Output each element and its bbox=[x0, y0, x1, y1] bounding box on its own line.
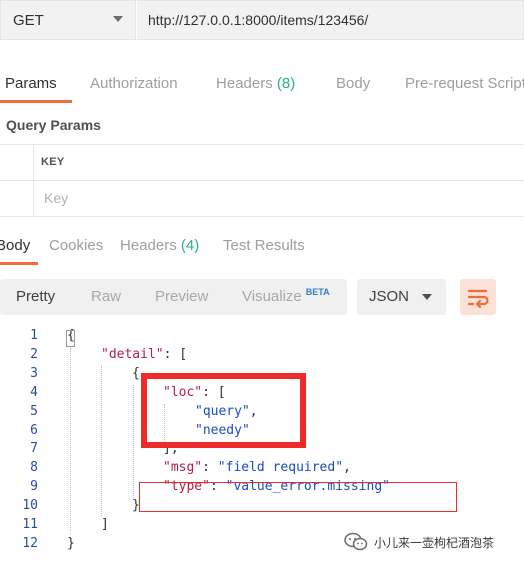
tab-params[interactable]: Params bbox=[5, 75, 57, 92]
view-mode-bar: Pretty Raw Preview Visualize BETA bbox=[0, 279, 347, 315]
tab-authorization[interactable]: Authorization bbox=[90, 75, 178, 92]
line-number: 1 bbox=[30, 328, 38, 343]
format-label: JSON bbox=[369, 288, 410, 305]
divider bbox=[33, 144, 34, 216]
divider bbox=[0, 144, 524, 145]
tab-pre-request-script[interactable]: Pre-request Script bbox=[405, 75, 524, 92]
bracket-match-marker bbox=[66, 330, 75, 347]
url-text: http://127.0.0.1:8000/items/123456/ bbox=[148, 12, 369, 28]
response-tab-test-results[interactable]: Test Results bbox=[223, 237, 305, 254]
headers-count: (8) bbox=[276, 75, 296, 92]
response-tab-body[interactable]: Body bbox=[0, 237, 30, 254]
line-number: 3 bbox=[30, 365, 38, 381]
method-select[interactable]: GET bbox=[0, 0, 136, 40]
param-key-input[interactable]: Key bbox=[44, 190, 68, 206]
indent-guide bbox=[101, 366, 102, 516]
format-select[interactable]: JSON bbox=[357, 279, 446, 315]
request-url-bar: GET http://127.0.0.1:8000/items/123456/ bbox=[0, 0, 524, 44]
line-number: 8 bbox=[30, 460, 38, 476]
url-input[interactable]: http://127.0.0.1:8000/items/123456/ bbox=[137, 0, 524, 40]
active-response-tab-indicator bbox=[0, 262, 38, 265]
line-number: 12 bbox=[22, 535, 38, 551]
json-punctuation: : [ bbox=[163, 346, 188, 362]
tab-headers[interactable]: Headers (8) bbox=[216, 75, 295, 92]
chevron-down-icon bbox=[113, 16, 123, 22]
line-number: 4 bbox=[30, 384, 38, 400]
visualize-button[interactable]: Visualize BETA bbox=[242, 287, 330, 305]
code-line: ] bbox=[101, 517, 109, 532]
json-string: "field required" bbox=[217, 460, 344, 476]
json-punctuation: ] bbox=[101, 517, 109, 532]
indent-guide bbox=[133, 385, 134, 498]
json-punctuation: } bbox=[67, 535, 75, 551]
line-number: 10 bbox=[22, 498, 38, 514]
code-line: } bbox=[67, 536, 75, 551]
pretty-button[interactable]: Pretty bbox=[16, 288, 55, 305]
highlight-box-type bbox=[139, 482, 457, 512]
wechat-icon bbox=[344, 532, 368, 551]
beta-badge: BETA bbox=[305, 287, 330, 297]
watermark: 小儿来一壶枸杞酒泡茶 bbox=[344, 532, 494, 552]
line-number: 5 bbox=[30, 403, 38, 419]
watermark-text: 小儿来一壶枸杞酒泡茶 bbox=[374, 535, 495, 550]
line-number: 6 bbox=[30, 422, 38, 438]
line-number: 2 bbox=[30, 346, 38, 362]
line-number: 11 bbox=[22, 517, 38, 532]
preview-button[interactable]: Preview bbox=[155, 288, 208, 305]
response-headers-count: (4) bbox=[180, 237, 200, 254]
code-line: "detail": [ bbox=[101, 347, 187, 362]
divider bbox=[0, 180, 524, 181]
code-line: "msg": "field required", bbox=[163, 460, 351, 475]
active-tab-indicator bbox=[0, 100, 72, 103]
query-params-title: Query Params bbox=[6, 117, 101, 133]
method-label: GET bbox=[13, 12, 44, 29]
json-punctuation: : bbox=[202, 460, 218, 476]
code-line: { bbox=[132, 366, 140, 381]
divider bbox=[0, 216, 524, 217]
wrap-lines-button[interactable] bbox=[460, 279, 496, 315]
response-tab-headers[interactable]: Headers (4) bbox=[120, 237, 199, 254]
response-tab-cookies[interactable]: Cookies bbox=[49, 237, 103, 254]
line-number: 9 bbox=[30, 479, 38, 495]
raw-button[interactable]: Raw bbox=[91, 288, 121, 305]
key-column-header: KEY bbox=[41, 156, 65, 168]
highlight-box-loc bbox=[141, 373, 306, 448]
json-key: "msg" bbox=[163, 460, 203, 476]
json-punctuation: { bbox=[132, 365, 140, 381]
chevron-down-icon bbox=[422, 294, 432, 300]
request-tabs: Params Authorization Headers (8) Body Pr… bbox=[0, 66, 524, 104]
line-number: 7 bbox=[30, 441, 38, 457]
tab-body[interactable]: Body bbox=[336, 75, 370, 92]
json-key: "detail" bbox=[101, 346, 164, 362]
wrap-lines-icon bbox=[467, 289, 489, 309]
json-punctuation: , bbox=[343, 460, 351, 476]
indent-guide bbox=[70, 348, 71, 534]
